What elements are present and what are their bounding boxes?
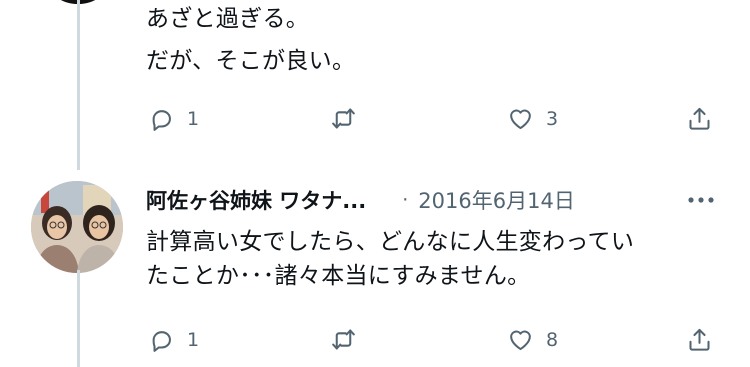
- thread-line-bottom: [77, 270, 80, 367]
- reply-icon: [152, 331, 171, 352]
- reply-count: 1: [187, 328, 200, 351]
- separator: ·: [402, 189, 409, 211]
- author-name[interactable]: 阿佐ヶ谷姉妹 ワタナ...: [146, 185, 366, 215]
- reply-tweet-text-line-1: 計算高い女でしたら、どんなに人生変わってい: [146, 229, 635, 255]
- like-icon: [510, 330, 531, 351]
- share-icon: [689, 107, 710, 130]
- retweet-icon: [332, 329, 355, 350]
- avatar-photo: [31, 181, 123, 273]
- retweet-icon: [332, 108, 355, 129]
- reply-button[interactable]: 1: [148, 105, 199, 132]
- like-button[interactable]: 3: [507, 105, 558, 132]
- retweet-button[interactable]: [330, 105, 369, 132]
- more-icon: [688, 197, 714, 203]
- share-button[interactable]: [686, 105, 713, 132]
- thread-line-top: [77, 0, 80, 170]
- avatar[interactable]: [31, 181, 123, 273]
- reply-count: 1: [187, 107, 200, 130]
- like-icon: [510, 109, 531, 130]
- share-icon: [689, 328, 710, 351]
- reply-icon: [152, 110, 171, 131]
- like-count: 3: [546, 107, 559, 130]
- like-button[interactable]: 8: [507, 326, 558, 353]
- like-count: 8: [546, 328, 559, 351]
- tweet-date[interactable]: 2016年6月14日: [418, 185, 575, 215]
- previous-tweet-text-line-1: あざと過ぎる。: [146, 6, 310, 32]
- retweet-button[interactable]: [330, 326, 369, 353]
- previous-tweet-text-line-2: だが、そこが良い。: [146, 48, 356, 74]
- reply-tweet-text-line-2: たことか･･･諸々本当にすみません。: [146, 263, 531, 289]
- more-button[interactable]: [683, 187, 719, 213]
- share-button[interactable]: [686, 326, 713, 353]
- reply-button[interactable]: 1: [148, 326, 199, 353]
- tweet-header: 阿佐ヶ谷姉妹 ワタナ... · 2016年6月14日: [146, 185, 575, 215]
